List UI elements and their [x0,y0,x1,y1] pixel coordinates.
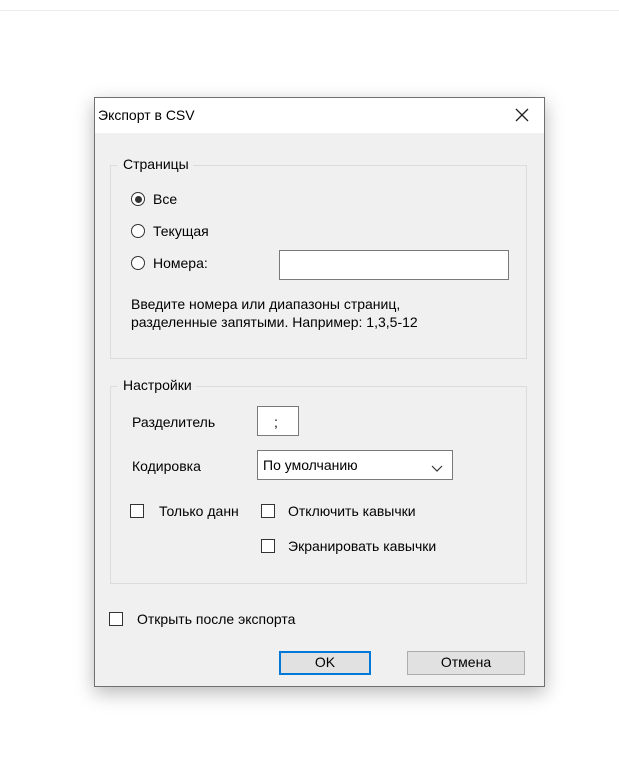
open-after-export-label[interactable]: Открыть после экспорта [137,611,295,627]
disable-quotes-label[interactable]: Отключить кавычки [288,503,416,519]
open-after-export-checkbox[interactable] [109,612,123,626]
escape-quotes-checkbox[interactable] [261,539,275,553]
close-icon [510,103,534,127]
pages-hint-line-1: Введите номера или диапазоны страниц, [131,296,401,312]
encoding-label: Кодировка [132,458,201,474]
radio-numbers[interactable] [131,256,145,270]
close-button[interactable] [510,103,534,127]
chevron-down-icon [431,460,443,476]
encoding-select[interactable]: По умолчанию [257,450,453,480]
pages-hint-line-2: разделенные запятыми. Например: 1,3,5-12 [131,314,418,330]
separator-input-value: ; [274,414,278,430]
page-numbers-input[interactable] [279,250,509,280]
only-data-checkbox[interactable] [130,504,144,518]
radio-all[interactable] [131,192,145,206]
settings-group-legend: Настройки [117,377,196,393]
encoding-select-value: По умолчанию [263,457,358,473]
title-bar[interactable]: Экспорт в CSV [95,98,544,133]
separator-input[interactable]: ; [257,406,299,436]
export-csv-dialog: Экспорт в CSV Страницы Все Текущая Номер… [94,97,545,687]
only-data-label[interactable]: Только данн [159,503,260,519]
radio-all-label[interactable]: Все [153,191,177,207]
radio-current[interactable] [131,224,145,238]
cancel-button[interactable]: Отмена [407,651,525,675]
pages-group: Страницы Все Текущая Номера: Введите ном… [110,156,527,359]
escape-quotes-label[interactable]: Экранировать кавычки [288,538,436,554]
radio-current-label[interactable]: Текущая [153,223,209,239]
window-title: Экспорт в CSV [98,107,195,123]
settings-group: Настройки Разделитель ; Кодировка По умо… [110,377,527,584]
radio-numbers-label[interactable]: Номера: [153,255,208,271]
disable-quotes-checkbox[interactable] [261,504,275,518]
pages-group-legend: Страницы [117,156,193,172]
ok-button[interactable]: OK [279,651,371,675]
separator-label: Разделитель [132,414,216,430]
page-top-divider [0,10,619,11]
